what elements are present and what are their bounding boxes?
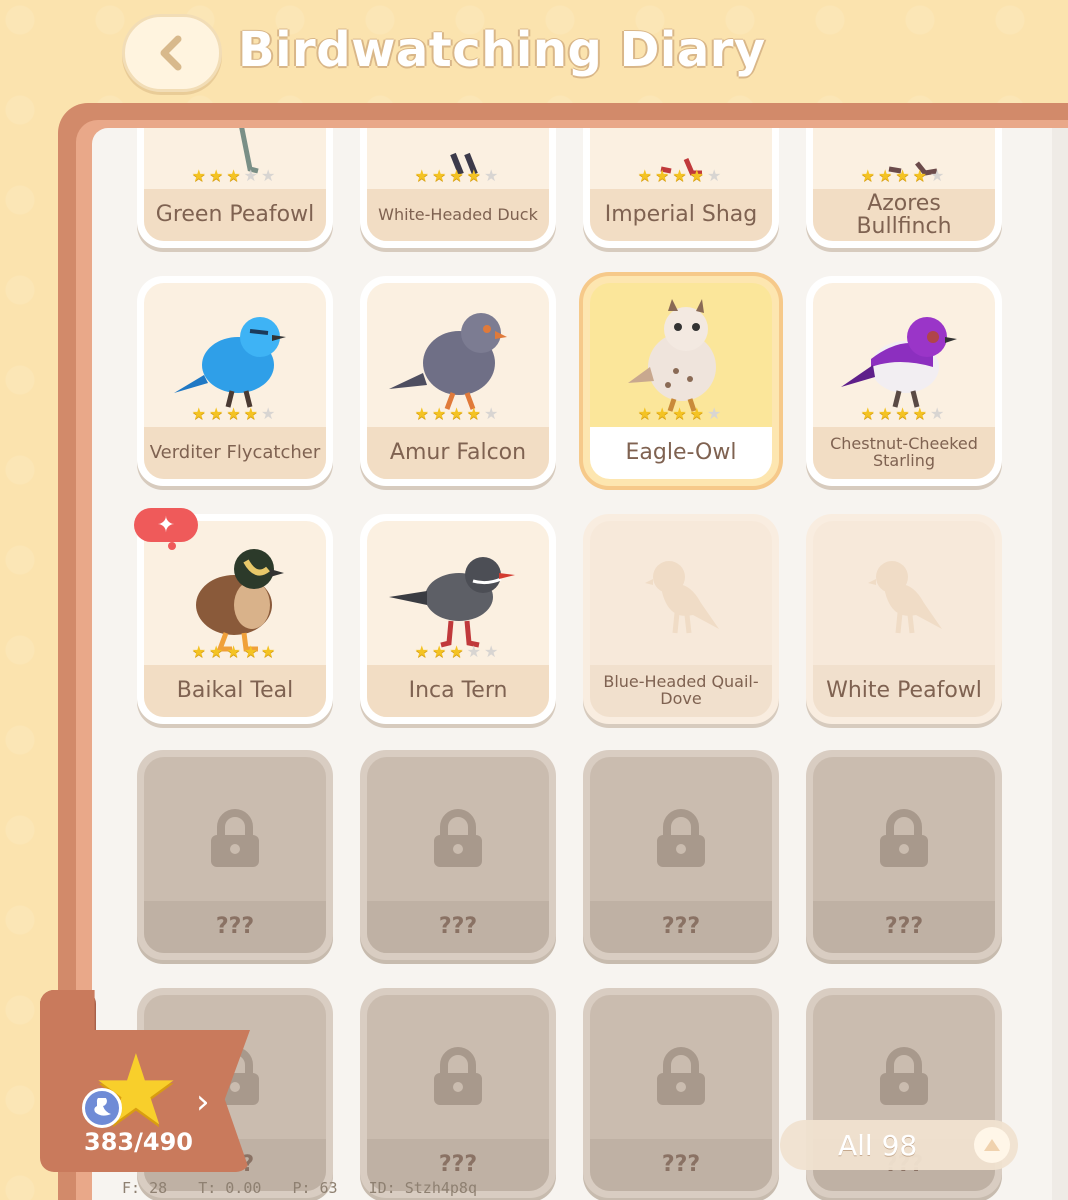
- debug-overlay: F: 28 T: 0.00 P: 63 ID: Stzh4p8q: [122, 1179, 499, 1197]
- debug-time: T: 0.00: [198, 1179, 262, 1197]
- chevron-left-icon: [160, 35, 182, 71]
- star-rating: ★★★★★: [414, 404, 502, 423]
- bird-card-baikal-teal[interactable]: ★★★★★ Baikal Teal: [137, 514, 333, 724]
- lock-icon: [211, 809, 259, 867]
- locked-bird-card[interactable]: ???: [360, 988, 556, 1198]
- bird-name: ???: [144, 901, 326, 953]
- bird-name: Baikal Teal: [144, 665, 326, 717]
- bird-card-eagle-owl[interactable]: ★★★★★ Eagle-Owl: [583, 276, 779, 486]
- bird-name: Inca Tern: [367, 665, 549, 717]
- lock-icon: [434, 809, 482, 867]
- bird-card-inca-tern[interactable]: ★★★★★ Inca Tern: [360, 514, 556, 724]
- bird-name: ???: [367, 901, 549, 953]
- bird-icon: [389, 313, 507, 410]
- debug-frame: F: 28: [122, 1179, 168, 1197]
- bird-name: White-Headed Duck: [367, 189, 549, 241]
- star-rating: ★★★★★: [191, 404, 279, 423]
- bird-name: ???: [590, 1139, 772, 1191]
- star-rating: ★★★★★: [414, 166, 502, 185]
- bird-icon: [174, 317, 286, 408]
- locked-bird-card[interactable]: ???: [806, 750, 1002, 960]
- bird-name: White Peafowl: [813, 665, 995, 717]
- star-rating: ★★★★★: [860, 166, 948, 185]
- bird-name: Amur Falcon: [367, 427, 549, 479]
- chevron-right-icon[interactable]: ›: [196, 1082, 210, 1122]
- locked-bird-card[interactable]: ???: [583, 988, 779, 1198]
- bird-name: Verditer Flycatcher: [144, 427, 326, 479]
- star-rating: ★★★★★: [414, 642, 502, 661]
- bird-name: Green Peafowl: [144, 189, 326, 241]
- bird-card-chestnut-cheeked-starling[interactable]: ★★★★★ Chestnut-Cheeked Starling: [806, 276, 1002, 486]
- bird-card-white-headed-duck[interactable]: ★★★★★ White-Headed Duck: [360, 128, 556, 248]
- bird-name: Azores Bullfinch: [813, 189, 995, 241]
- star-rating: ★★★★★: [191, 166, 279, 185]
- filter-label: All 98: [838, 1128, 918, 1162]
- bird-card-imperial-shag[interactable]: ★★★★★ Imperial Shag: [583, 128, 779, 248]
- bird-badge-icon: [82, 1088, 122, 1128]
- star-rating: ★★★★★: [860, 404, 948, 423]
- new-badge: ✦: [134, 508, 198, 550]
- bird-card-amur-falcon[interactable]: ★★★★★ Amur Falcon: [360, 276, 556, 486]
- lock-icon: [880, 1047, 928, 1105]
- sparkle-icon: ✦: [156, 512, 176, 538]
- lock-icon: [434, 1047, 482, 1105]
- bird-card-white-peafowl[interactable]: White Peafowl: [806, 514, 1002, 724]
- lock-icon: [880, 809, 928, 867]
- bird-icon: [196, 549, 284, 652]
- triangle-up-icon[interactable]: [974, 1127, 1010, 1163]
- back-button[interactable]: [122, 14, 222, 92]
- bird-card-blue-headed-quail-dove[interactable]: Blue-Headed Quail-Dove: [583, 514, 779, 724]
- filter-dropdown[interactable]: All 98: [780, 1120, 1018, 1170]
- star-rating: ★★★★★: [191, 642, 279, 661]
- bird-icon: [628, 299, 716, 412]
- bird-card-azores-bullfinch[interactable]: ★★★★★ Azores Bullfinch: [806, 128, 1002, 248]
- bird-name: Imperial Shag: [590, 189, 772, 241]
- bird-card-verditer-flycatcher[interactable]: ★★★★★ Verditer Flycatcher: [137, 276, 333, 486]
- bird-silhouette-icon: [868, 561, 942, 634]
- star-rating: ★★★★★: [637, 404, 725, 423]
- locked-bird-card[interactable]: ???: [137, 750, 333, 960]
- locked-bird-card[interactable]: ???: [583, 750, 779, 960]
- page-title: Birdwatching Diary: [238, 22, 766, 78]
- bird-silhouette-icon: [645, 561, 719, 634]
- bird-name: ???: [590, 901, 772, 953]
- bird-card-green-peafowl[interactable]: ★★★★★ Green Peafowl: [137, 128, 333, 248]
- collection-progress: 383/490: [84, 1128, 193, 1156]
- lock-icon: [657, 809, 705, 867]
- bird-icon: [841, 317, 957, 408]
- star-rating: ★★★★★: [637, 166, 725, 185]
- locked-bird-card[interactable]: ???: [360, 750, 556, 960]
- bird-name: Eagle-Owl: [590, 427, 772, 479]
- bird-icon: [389, 557, 515, 648]
- lock-icon: [657, 1047, 705, 1105]
- debug-p: P: 63: [292, 1179, 338, 1197]
- debug-id: ID: Stzh4p8q: [368, 1179, 477, 1197]
- bird-name: Blue-Headed Quail-Dove: [590, 665, 772, 717]
- bird-name: Chestnut-Cheeked Starling: [813, 427, 995, 479]
- bird-name: ???: [813, 901, 995, 953]
